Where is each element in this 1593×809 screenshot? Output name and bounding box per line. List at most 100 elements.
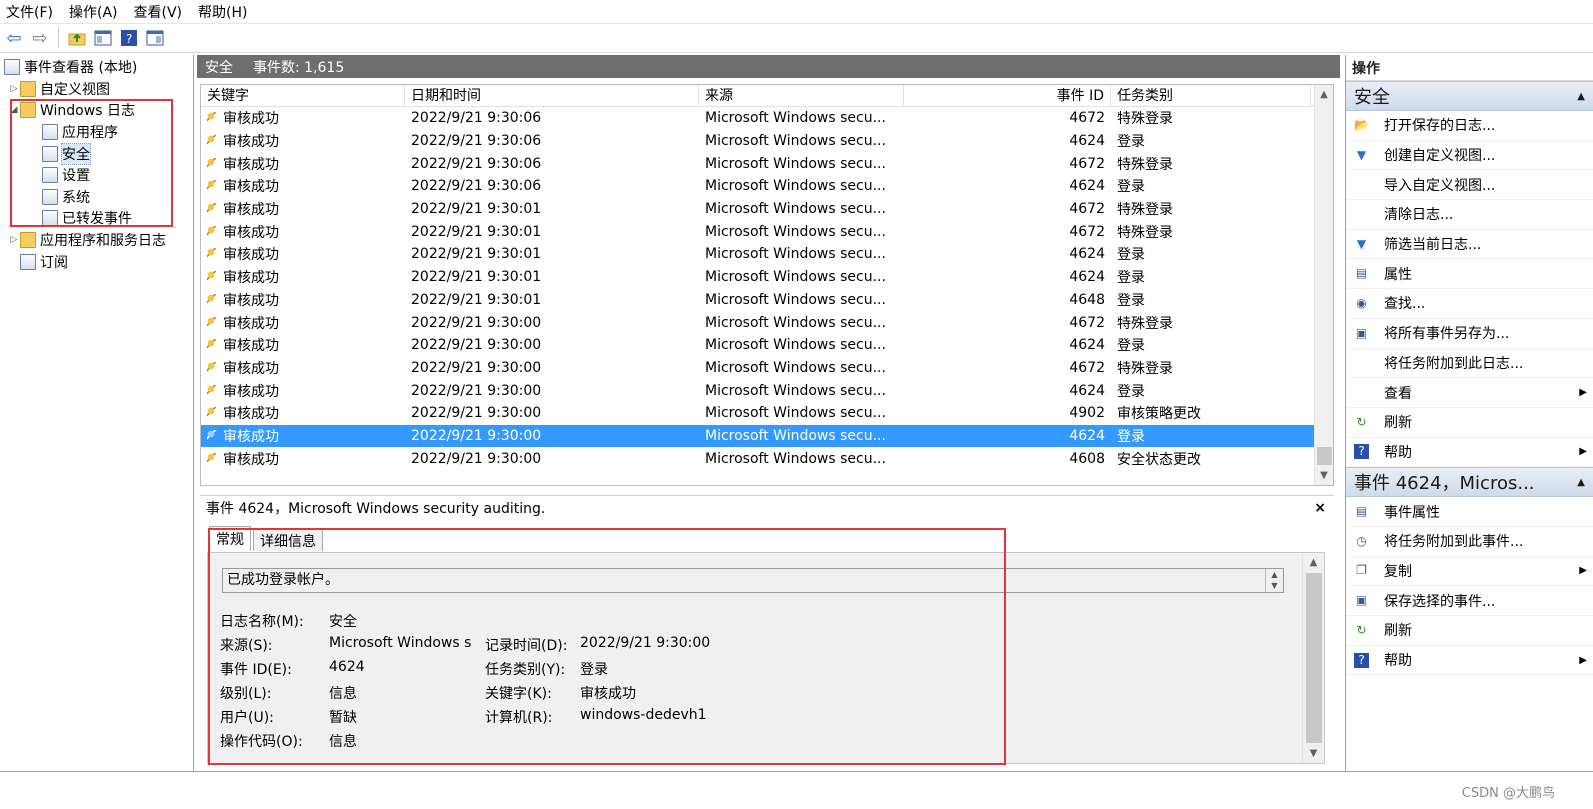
action-item[interactable]: 查看 ▶ xyxy=(1346,378,1593,408)
action-item[interactable]: ▤ 属性 xyxy=(1346,259,1593,290)
table-row[interactable]: 审核成功 2022/9/21 9:30:00 Microsoft Windows s… xyxy=(201,379,1333,402)
tree-item-subscriptions[interactable]: 订阅 xyxy=(20,251,68,272)
expand-arrow-icon[interactable]: ▷ xyxy=(8,235,20,245)
tree-item-setup[interactable]: 设置 xyxy=(42,164,90,185)
menu-view[interactable]: 查看(V) xyxy=(134,2,183,22)
cell-text: Microsoft Windows secu... xyxy=(705,201,886,218)
table-row[interactable]: 审核成功 2022/9/21 9:30:06 Microsoft Windows s… xyxy=(201,152,1333,175)
table-row[interactable]: 审核成功 2022/9/21 9:30:00 Microsoft Windows s… xyxy=(201,334,1333,357)
table-cell: 4672 xyxy=(904,156,1111,172)
action-item[interactable]: ▼ 筛选当前日志... xyxy=(1346,230,1593,260)
show-hide-action-pane-icon[interactable] xyxy=(145,28,165,48)
action-item[interactable]: ◷ 将任务附加到此事件... xyxy=(1346,527,1593,557)
table-row[interactable]: 审核成功 2022/9/21 9:30:00 Microsoft Windows s… xyxy=(201,357,1333,380)
forward-arrow-icon[interactable]: ⇨ xyxy=(30,28,50,49)
action-item[interactable]: ↻ 刷新 xyxy=(1346,616,1593,646)
key-icon xyxy=(207,112,219,125)
collapse-arrow-icon[interactable]: ◢ xyxy=(8,105,20,115)
tree-item-custom-views[interactable]: ▷ 自定义视图 xyxy=(8,78,110,99)
table-row[interactable]: 审核成功 2022/9/21 9:30:01 Microsoft Windows s… xyxy=(201,198,1333,221)
action-item[interactable]: 将任务附加到此日志... xyxy=(1346,349,1593,379)
description-scroll-icon[interactable]: ▲ ▼ xyxy=(1265,569,1283,592)
collapse-triangle-icon[interactable]: ▲ xyxy=(1577,477,1585,488)
table-row[interactable]: 审核成功 2022/9/21 9:30:01 Microsoft Windows s… xyxy=(201,220,1333,243)
up-folder-icon[interactable] xyxy=(67,28,87,48)
table-cell: 2022/9/21 9:30:00 xyxy=(405,405,699,421)
action-item[interactable]: ❐ 复制 ▶ xyxy=(1346,557,1593,587)
table-row[interactable]: 审核成功 2022/9/21 9:30:06 Microsoft Windows s… xyxy=(201,175,1333,198)
section-title: 事件 4624，Micros... xyxy=(1354,473,1535,495)
tree-item-windows-logs[interactable]: ◢ Windows 日志 xyxy=(8,99,135,120)
tree-item-system[interactable]: 系统 xyxy=(42,186,90,207)
table-cell: 4624 xyxy=(904,428,1111,444)
tab-details[interactable]: 详细信息 xyxy=(253,528,323,551)
tree-item-event-viewer-local[interactable]: 事件查看器 (本地) xyxy=(4,56,137,77)
cell-text: 2022/9/21 9:30:00 xyxy=(411,450,542,467)
table-row[interactable]: 审核成功 2022/9/21 9:30:00 Microsoft Windows s… xyxy=(201,424,1333,448)
cell-text: 2022/9/21 9:30:00 xyxy=(411,337,542,354)
table-row[interactable]: 审核成功 2022/9/21 9:30:00 Microsoft Windows s… xyxy=(201,447,1333,470)
column-keywords[interactable]: 关键字 xyxy=(201,85,405,106)
menu-help[interactable]: 帮助(H) xyxy=(198,2,247,22)
tab-general[interactable]: 常规 xyxy=(209,526,251,551)
table-cell: 4624 xyxy=(904,133,1111,149)
table-cell: 2022/9/21 9:30:01 xyxy=(405,246,699,262)
column-source[interactable]: 来源 xyxy=(699,85,904,106)
action-item[interactable]: 导入自定义视图... xyxy=(1346,170,1593,201)
table-row[interactable]: 审核成功 2022/9/21 9:30:01 Microsoft Windows s… xyxy=(201,289,1333,312)
table-row[interactable]: 审核成功 2022/9/21 9:30:00 Microsoft Windows s… xyxy=(201,402,1333,425)
actions-section-event[interactable]: 事件 4624，Micros... ▲ xyxy=(1346,467,1593,498)
expand-arrow-icon[interactable]: ▷ xyxy=(8,84,20,94)
menu-file[interactable]: 文件(F) xyxy=(6,2,53,22)
cell-text: Microsoft Windows secu... xyxy=(705,155,886,172)
close-icon[interactable]: × xyxy=(1314,500,1326,516)
table-cell: 2022/9/21 9:30:06 xyxy=(405,156,699,172)
action-item[interactable]: ▣ 保存选择的事件... xyxy=(1346,586,1593,616)
menu-action[interactable]: 操作(A) xyxy=(69,2,118,22)
binoculars-icon: ◉ xyxy=(1356,295,1367,310)
action-label: 查找... xyxy=(1384,296,1426,313)
action-item[interactable]: ? 帮助 ▶ xyxy=(1346,646,1593,676)
collapse-triangle-icon[interactable]: ▲ xyxy=(1577,91,1585,102)
action-item[interactable]: ▼ 创建自定义视图... xyxy=(1346,141,1593,171)
scrollbar-thumb[interactable] xyxy=(1317,447,1332,465)
tree-item-applications-services-logs[interactable]: ▷ 应用程序和服务日志 xyxy=(8,229,166,250)
detail-scrollbar[interactable]: ▲ ▼ xyxy=(1302,553,1324,763)
action-item[interactable]: 📂 打开保存的日志... xyxy=(1346,111,1593,141)
scroll-up-arrow-icon[interactable]: ▲ xyxy=(1303,553,1324,572)
table-row[interactable]: 审核成功 2022/9/21 9:30:01 Microsoft Windows s… xyxy=(201,266,1333,289)
table-cell: 2022/9/21 9:30:00 xyxy=(405,451,699,467)
actions-section-security[interactable]: 安全 ▲ xyxy=(1346,81,1593,111)
table-row[interactable]: 审核成功 2022/9/21 9:30:06 Microsoft Windows s… xyxy=(201,107,1333,130)
action-item[interactable]: ▤ 事件属性 xyxy=(1346,497,1593,527)
show-hide-tree-icon[interactable] xyxy=(93,28,113,48)
table-row[interactable]: 审核成功 2022/9/21 9:30:00 Microsoft Windows s… xyxy=(201,311,1333,334)
column-event-id[interactable]: 事件 ID xyxy=(904,85,1111,106)
scrollbar-thumb[interactable] xyxy=(1306,573,1322,743)
cell-text: 2022/9/21 9:30:06 xyxy=(411,110,542,127)
action-item[interactable]: ↻ 刷新 xyxy=(1346,408,1593,438)
tree-item-security[interactable]: 安全 xyxy=(42,142,91,165)
user-value: 暂缺 xyxy=(329,710,357,726)
scroll-down-arrow-icon[interactable]: ▼ xyxy=(1315,466,1333,485)
action-item[interactable]: 清除日志... xyxy=(1346,200,1593,230)
tree-item-forwarded-events[interactable]: 已转发事件 xyxy=(42,207,132,228)
tree-item-application[interactable]: 应用程序 xyxy=(42,121,118,142)
help-icon[interactable]: ? xyxy=(119,28,139,48)
cell-text: 审核成功 xyxy=(223,247,279,264)
action-item[interactable]: ◉ 查找... xyxy=(1346,289,1593,319)
action-item[interactable]: ▣ 将所有事件另存为... xyxy=(1346,319,1593,349)
event-list-scrollbar[interactable]: ▲ ▼ xyxy=(1314,85,1333,485)
key-icon xyxy=(207,452,219,465)
scroll-down-arrow-icon[interactable]: ▼ xyxy=(1303,744,1324,763)
table-cell: Microsoft Windows secu... xyxy=(699,428,904,444)
column-date-time[interactable]: 日期和时间 xyxy=(405,85,699,106)
back-arrow-icon[interactable]: ⇦ xyxy=(4,28,24,49)
table-cell: 特殊登录 xyxy=(1111,222,1311,242)
table-row[interactable]: 审核成功 2022/9/21 9:30:01 Microsoft Windows s… xyxy=(201,243,1333,266)
action-label: 导入自定义视图... xyxy=(1384,177,1496,194)
column-task-category[interactable]: 任务类别 xyxy=(1111,85,1311,106)
table-row[interactable]: 审核成功 2022/9/21 9:30:06 Microsoft Windows s… xyxy=(201,130,1333,153)
scroll-up-arrow-icon[interactable]: ▲ xyxy=(1315,85,1333,104)
action-item[interactable]: ? 帮助 ▶ xyxy=(1346,438,1593,468)
